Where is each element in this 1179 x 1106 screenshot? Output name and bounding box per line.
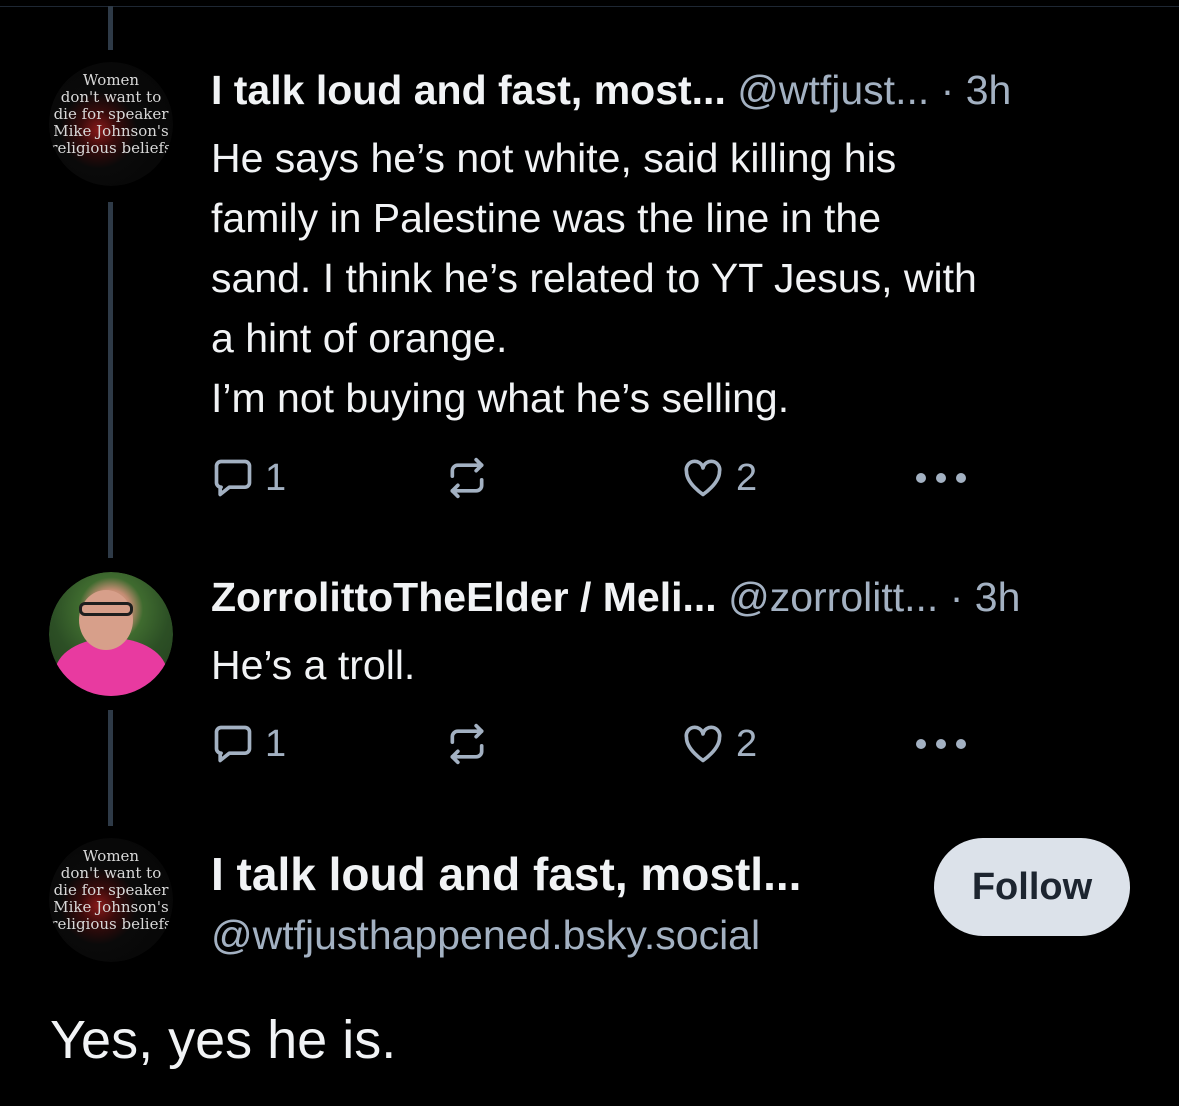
author-name[interactable]: I talk loud and fast, most...	[211, 67, 726, 113]
avatar[interactable]: Women don't want to die for speaker Mike…	[49, 62, 173, 186]
author-name[interactable]: I talk loud and fast, mostl...	[211, 848, 801, 900]
like-button[interactable]: 2	[680, 453, 757, 503]
reply-button[interactable]: 1	[211, 453, 286, 503]
repost-arrows-icon	[450, 723, 484, 765]
heart-icon	[684, 725, 722, 763]
ellipsis-icon	[916, 473, 966, 483]
speech-bubble-icon	[214, 459, 252, 497]
avatar-image	[49, 572, 173, 696]
like-button[interactable]: 2	[680, 719, 757, 769]
reply-count: 1	[265, 457, 287, 499]
post-text: He’s a troll.	[211, 642, 416, 688]
follow-button[interactable]: Follow	[934, 838, 1130, 936]
author-handle[interactable]: @wtfjust...	[737, 67, 929, 113]
reply-button[interactable]: 1	[211, 719, 286, 769]
heart-icon	[684, 459, 722, 497]
repost-arrows-icon	[450, 457, 484, 499]
post-author-line: I talk loud and fast, most... @wtfjust..…	[211, 66, 1011, 114]
speech-bubble-icon	[214, 725, 252, 763]
avatar[interactable]: Women don't want to die for speaker Mike…	[49, 838, 173, 962]
post-actions: 1 2	[211, 719, 971, 769]
author-handle[interactable]: @zorrolitt...	[728, 574, 938, 620]
post-timestamp[interactable]: · 3h	[950, 574, 1021, 620]
post-actions: 1 2	[211, 453, 971, 503]
author-handle[interactable]: @wtfjusthappened.bsky.social	[211, 910, 760, 960]
reply-count: 1	[265, 723, 287, 765]
ellipsis-icon	[916, 739, 966, 749]
avatar-image: Women don't want to die for speaker Mike…	[49, 62, 173, 186]
top-divider	[0, 0, 1179, 7]
like-count: 2	[736, 457, 758, 499]
thread-line	[108, 6, 113, 50]
author-name[interactable]: ZorrolittoTheElder / Meli...	[211, 574, 717, 620]
like-count: 2	[736, 723, 758, 765]
repost-button[interactable]	[445, 453, 489, 503]
thread-line	[108, 202, 113, 558]
post-author-line: ZorrolittoTheElder / Meli... @zorrolitt.…	[211, 573, 1020, 621]
avatar[interactable]	[49, 572, 173, 696]
avatar-image: Women don't want to die for speaker Mike…	[49, 838, 173, 962]
post-timestamp[interactable]: · 3h	[941, 67, 1012, 113]
thread-line	[108, 710, 113, 826]
post-text: Yes, yes he is.	[50, 1010, 397, 1070]
post-text: He says he’s not white, said killing his…	[211, 135, 977, 421]
more-options-button[interactable]	[913, 719, 969, 769]
repost-button[interactable]	[445, 719, 489, 769]
more-options-button[interactable]	[913, 453, 969, 503]
